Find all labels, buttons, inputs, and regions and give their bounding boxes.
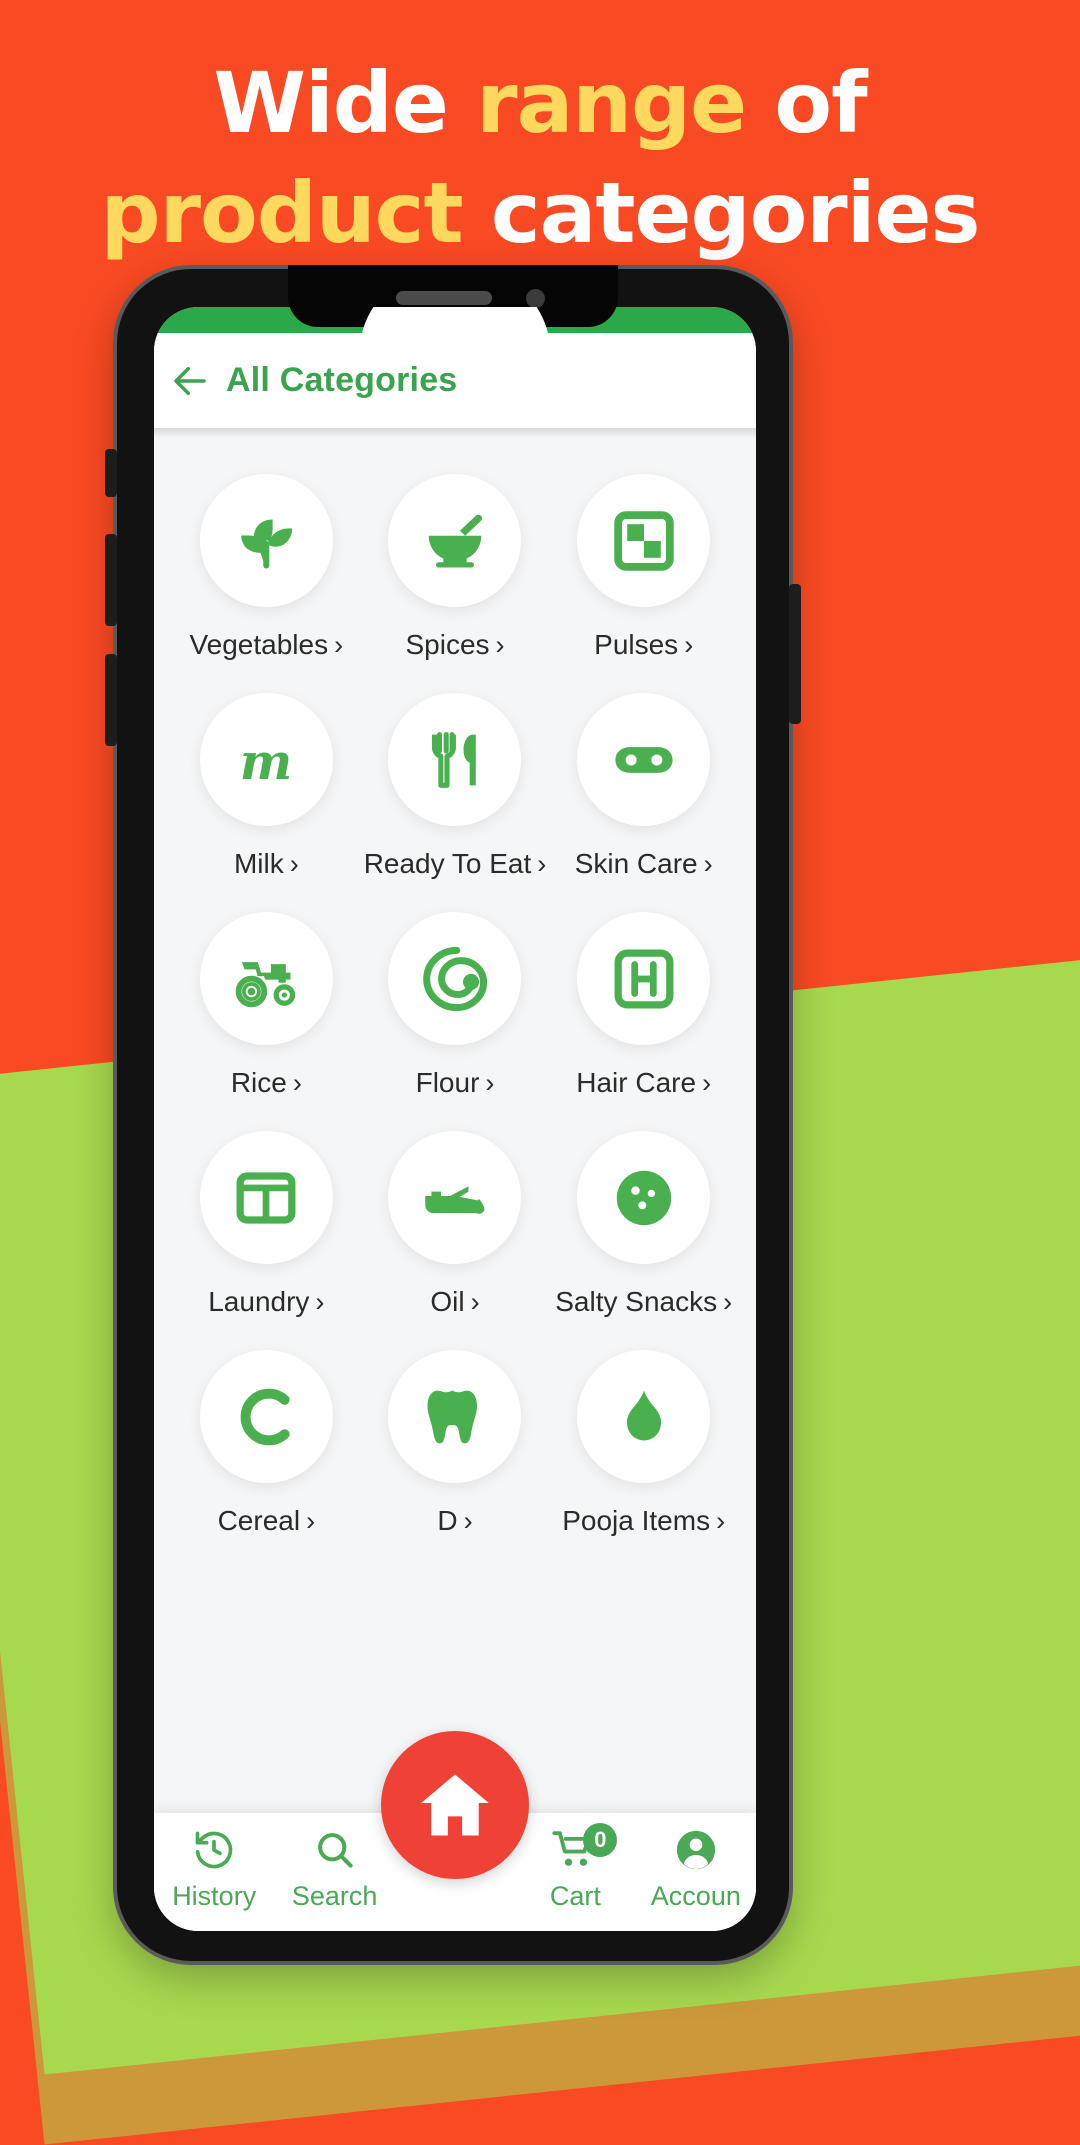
cookie-icon (616, 1170, 671, 1225)
tooth-icon (427, 1390, 477, 1443)
category-icon-circle (388, 1350, 522, 1483)
home-icon (421, 1774, 489, 1836)
nav-label: Cart (549, 1881, 601, 1911)
c-letter-icon (241, 1388, 290, 1445)
category-item-pulses[interactable]: Pulses › (549, 448, 738, 667)
page-title: Wide range of product categories (0, 48, 1080, 268)
category-icon-circle (577, 693, 711, 826)
category-label: Cereal › (217, 1505, 316, 1536)
category-label: Spices › (405, 629, 505, 660)
category-label: Pooja Items › (562, 1505, 726, 1536)
fork-knife-icon (431, 731, 476, 788)
headline-word-of: of (746, 54, 867, 152)
phone-power-button[interactable] (789, 584, 801, 724)
nav-label: Accoun (650, 1881, 741, 1911)
category-icon-circle (577, 474, 711, 607)
category-label: Ready To Eat › (363, 848, 547, 879)
header-title: All Categories (226, 361, 458, 399)
category-label: Pulses › (594, 629, 694, 660)
category-icon-circle (199, 474, 333, 607)
category-item-skin-care[interactable]: Skin Care › (549, 667, 738, 886)
flame-icon (626, 1390, 661, 1440)
home-fab-button[interactable] (381, 1731, 529, 1879)
category-label: Laundry › (208, 1286, 325, 1317)
mortar-pestle-icon (428, 514, 483, 568)
category-label: Oil › (430, 1286, 480, 1317)
category-icon-circle (199, 912, 333, 1045)
category-icon-circle (199, 1350, 333, 1483)
steam-swirl-icon (423, 946, 488, 1011)
nav-item-account[interactable]: Accoun (636, 1827, 756, 1912)
category-icon-circle (388, 693, 522, 826)
category-item-oil[interactable]: Oil › (361, 1105, 550, 1324)
category-item-milk[interactable]: m Milk › (172, 667, 361, 886)
category-label: Rice › (230, 1067, 302, 1098)
category-item-pooja-items[interactable]: Pooja Items › (549, 1324, 738, 1543)
phone-mute-switch[interactable] (105, 449, 117, 497)
header-divider (154, 428, 756, 438)
nav-item-search[interactable]: Search (274, 1827, 394, 1912)
category-label: D › (437, 1505, 473, 1536)
earpiece-speaker-icon (396, 291, 492, 305)
headline-word-wide: Wide (213, 54, 477, 152)
category-item-ready-to-eat[interactable]: Ready To Eat › (361, 667, 550, 886)
seedling-icon (241, 519, 293, 568)
phone-mockup: All Categories Vegetables › Spices › Pul… (105, 265, 801, 1965)
category-icon-circle (577, 912, 711, 1045)
category-icon-circle (577, 1131, 711, 1264)
category-label: Vegetables › (189, 629, 344, 660)
phone-volume-up-button[interactable] (105, 534, 117, 626)
back-button[interactable] (154, 360, 226, 402)
category-label: Flour › (415, 1067, 495, 1098)
nav-item-history[interactable]: History (154, 1827, 274, 1912)
category-label: Skin Care › (574, 848, 713, 879)
nav-label: Search (291, 1881, 378, 1911)
categories-grid: Vegetables › Spices › Pulses › m Milk › … (154, 428, 756, 1543)
category-icon-circle (388, 474, 522, 607)
headline-word-categories: categories (462, 164, 981, 262)
category-item-hair-care[interactable]: Hair Care › (549, 886, 738, 1105)
oil-can-icon (425, 1185, 485, 1214)
mask-icon (615, 746, 673, 773)
category-item-cereal[interactable]: Cereal › (172, 1324, 361, 1543)
nav-item-cart[interactable]: 0 Cart (515, 1823, 635, 1912)
category-item-laundry[interactable]: Laundry › (172, 1105, 361, 1324)
category-label: Milk › (233, 848, 299, 879)
category-item-rice[interactable]: Rice › (172, 886, 361, 1105)
categories-scroll-area[interactable]: Vegetables › Spices › Pulses › m Milk › … (154, 428, 756, 1931)
phone-screen: All Categories Vegetables › Spices › Pul… (154, 307, 756, 1931)
category-icon-circle (199, 1131, 333, 1264)
category-item-vegetables[interactable]: Vegetables › (172, 448, 361, 667)
category-item-salty-snacks[interactable]: Salty Snacks › (549, 1105, 738, 1324)
arrow-left-icon (174, 366, 206, 395)
category-icon-circle (577, 1350, 711, 1483)
bottom-nav-notch (360, 307, 550, 351)
category-item-dental[interactable]: D › (361, 1324, 550, 1543)
category-icon-circle: m (199, 693, 333, 826)
category-label: Salty Snacks › (555, 1286, 733, 1317)
h-square-icon (614, 949, 674, 1008)
category-item-flour[interactable]: Flour › (361, 886, 550, 1105)
svg-text:m: m (240, 731, 292, 790)
nav-label: History (172, 1881, 257, 1911)
account-person-icon (673, 1827, 719, 1873)
category-icon-circle (388, 912, 522, 1045)
checkerboard-icon (613, 510, 674, 571)
category-item-spices[interactable]: Spices › (361, 448, 550, 667)
history-clock-icon (192, 1827, 236, 1873)
cart-badge: 0 (583, 1823, 618, 1857)
window-panes-icon (236, 1171, 296, 1224)
headline-word-range: range (476, 54, 747, 152)
category-label: Hair Care › (576, 1067, 712, 1098)
front-camera-icon (526, 289, 545, 308)
milk-m-logo-icon: m (240, 731, 292, 790)
phone-volume-down-button[interactable] (105, 654, 117, 746)
headline-word-product: product (100, 164, 463, 262)
tractor-icon (235, 961, 296, 1007)
category-icon-circle (388, 1131, 522, 1264)
search-icon (313, 1827, 357, 1873)
